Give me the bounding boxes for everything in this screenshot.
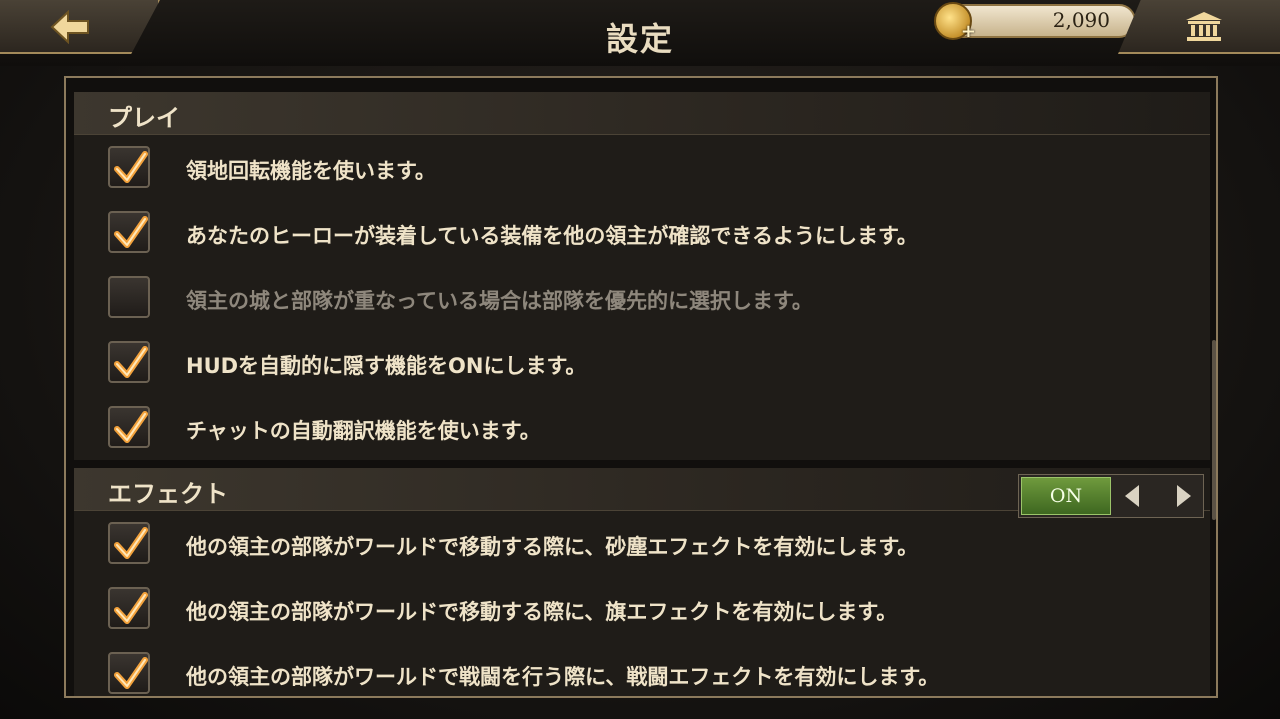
gold-coin-plus-icon[interactable]: + xyxy=(934,2,976,42)
setting-checkbox[interactable] xyxy=(108,146,150,188)
setting-row: 他の領主の部隊がワールドで移動する際に、砂塵エフェクトを有効にします。 xyxy=(74,511,1210,576)
section-effect: エフェクト ON 他の領主の部隊がワールドで移動する際に、砂塵エフェクトを有効に… xyxy=(74,468,1210,696)
setting-label: 他の領主の部隊がワールドで移動する際に、旗エフェクトを有効にします。 xyxy=(186,600,898,624)
setting-row: あなたのヒーローが装着している装備を他の領主が確認できるようにします。 xyxy=(74,200,1210,265)
checkmark-icon xyxy=(114,346,148,378)
checkmark-icon xyxy=(114,657,148,689)
setting-label: HUDを自動的に隠す機能をONにします。 xyxy=(186,354,587,378)
setting-label: 領地回転機能を使います。 xyxy=(186,159,436,183)
bank-icon xyxy=(1186,12,1222,41)
section-header-play: プレイ xyxy=(74,92,1210,135)
setting-checkbox[interactable] xyxy=(108,652,150,694)
section-header-effect: エフェクト ON xyxy=(74,468,1210,518)
scrollbar[interactable] xyxy=(1212,340,1216,520)
setting-checkbox[interactable] xyxy=(108,587,150,629)
arrow-left-icon[interactable] xyxy=(1117,481,1147,511)
setting-checkbox[interactable] xyxy=(108,211,150,253)
gold-amount: 2,090 xyxy=(1052,8,1110,32)
checkmark-icon xyxy=(114,527,148,559)
setting-checkbox[interactable] xyxy=(108,406,150,448)
setting-row: 他の領主の部隊がワールドで戦闘を行う際に、戦闘エフェクトを有効にします。 xyxy=(74,641,1210,696)
settings-panel: プレイ 領地回転機能を使います。 あなたのヒーローが装着している装備を他の領主が… xyxy=(64,76,1218,698)
setting-label: 他の領主の部隊がワールドで移動する際に、砂塵エフェクトを有効にします。 xyxy=(186,535,919,559)
top-bar: 設定 + 2,090 xyxy=(0,0,1280,66)
setting-row: 他の領主の部隊がワールドで移動する際に、旗エフェクトを有効にします。 xyxy=(74,576,1210,641)
setting-checkbox[interactable] xyxy=(108,276,150,318)
setting-row: 領地回転機能を使います。 xyxy=(74,135,1210,200)
setting-label: 他の領主の部隊がワールドで戦闘を行う際に、戦闘エフェクトを有効にします。 xyxy=(186,665,940,689)
setting-label: あなたのヒーローが装着している装備を他の領主が確認できるようにします。 xyxy=(186,224,918,248)
checkmark-icon xyxy=(114,151,148,183)
setting-label: チャットの自動翻訳機能を使います。 xyxy=(186,419,541,443)
checkmark-icon xyxy=(114,216,148,248)
checkmark-icon xyxy=(114,411,148,443)
arrow-right-icon[interactable] xyxy=(1169,481,1199,511)
toggle-on-button[interactable]: ON xyxy=(1021,477,1111,515)
setting-row: HUDを自動的に隠す機能をONにします。 xyxy=(74,330,1210,395)
bank-button[interactable] xyxy=(1118,0,1280,54)
setting-row: 領主の城と部隊が重なっている場合は部隊を優先的に選択します。 xyxy=(74,265,1210,330)
section-title: エフェクト xyxy=(108,480,228,508)
setting-checkbox[interactable] xyxy=(108,341,150,383)
setting-row: チャットの自動翻訳機能を使います。 xyxy=(74,395,1210,460)
section-play: プレイ 領地回転機能を使います。 あなたのヒーローが装着している装備を他の領主が… xyxy=(74,92,1210,460)
setting-checkbox[interactable] xyxy=(108,522,150,564)
settings-list[interactable]: プレイ 領地回転機能を使います。 あなたのヒーローが装着している装備を他の領主が… xyxy=(74,92,1210,696)
checkmark-icon xyxy=(114,592,148,624)
section-title: プレイ xyxy=(108,104,180,132)
setting-label: 領主の城と部隊が重なっている場合は部隊を優先的に選択します。 xyxy=(186,289,813,313)
